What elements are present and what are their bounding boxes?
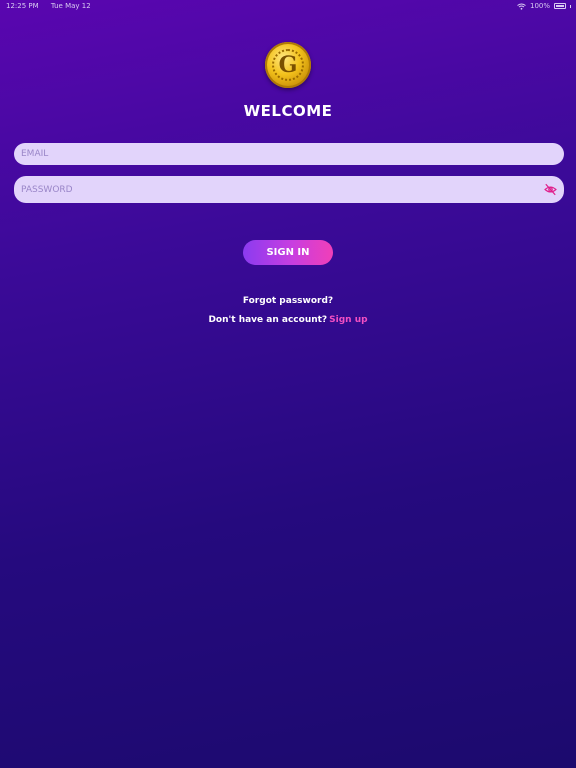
- password-input[interactable]: [21, 184, 564, 195]
- status-time: 12:25 PM: [6, 2, 39, 10]
- email-field-container[interactable]: [14, 143, 564, 165]
- battery-icon: [554, 3, 566, 9]
- signup-prompt: Don't have an account?: [208, 315, 328, 325]
- status-right: 100%: [517, 2, 571, 10]
- status-bar: 12:25 PM Tue May 12 100%: [0, 0, 576, 12]
- logo-coin-face: G: [272, 49, 304, 81]
- page-title: WELCOME: [243, 102, 333, 120]
- wifi-icon: [517, 3, 526, 10]
- sign-in-button[interactable]: SIGN IN: [243, 240, 333, 265]
- app-logo: G: [265, 42, 311, 88]
- logo-letter: G: [278, 52, 298, 78]
- password-field-container[interactable]: [14, 176, 564, 203]
- battery-percent: 100%: [529, 2, 550, 10]
- status-date: Tue May 12: [50, 2, 91, 10]
- eye-off-icon[interactable]: [544, 183, 557, 196]
- email-input[interactable]: [21, 149, 564, 159]
- signup-row: Don't have an account? Sign up: [0, 315, 576, 325]
- battery-tip: [570, 4, 571, 8]
- signup-link[interactable]: Sign up: [329, 315, 367, 325]
- status-left: 12:25 PM Tue May 12: [6, 2, 101, 10]
- forgot-password-link[interactable]: Forgot password?: [0, 296, 576, 306]
